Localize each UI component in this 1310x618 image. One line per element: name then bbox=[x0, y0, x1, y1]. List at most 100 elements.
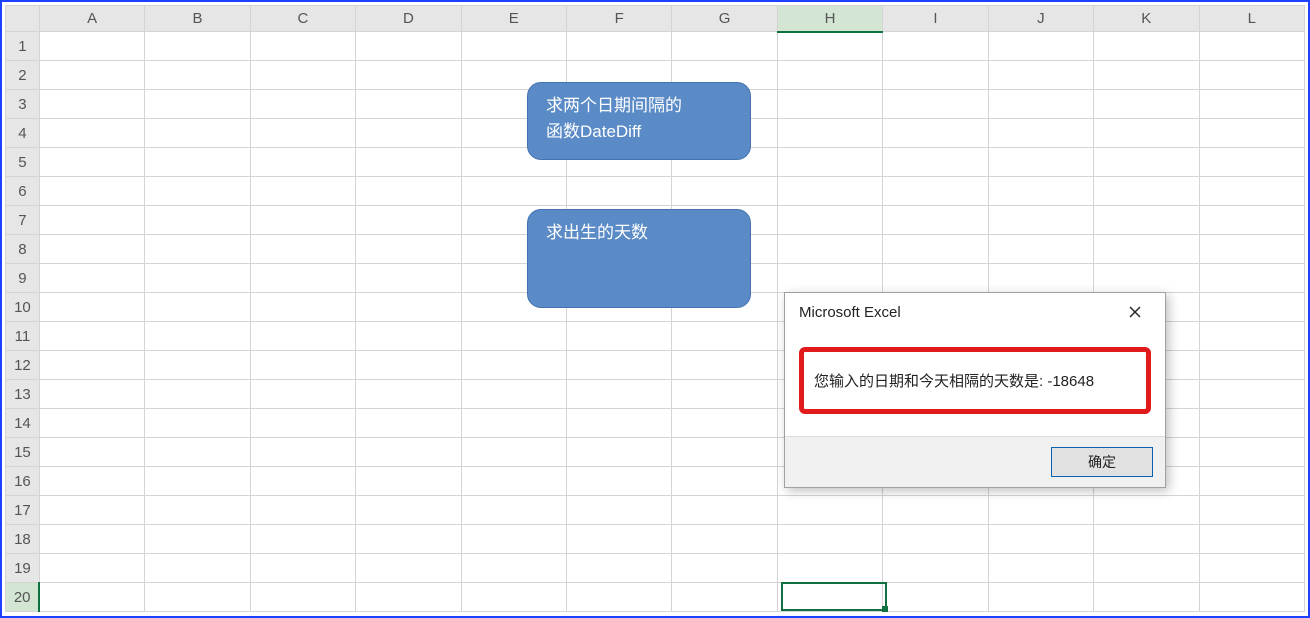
cell-G1[interactable] bbox=[672, 32, 777, 61]
cell-L15[interactable] bbox=[1199, 438, 1305, 467]
cell-E16[interactable] bbox=[461, 467, 566, 496]
cell-D7[interactable] bbox=[356, 206, 461, 235]
cell-D11[interactable] bbox=[356, 322, 461, 351]
cell-L5[interactable] bbox=[1199, 148, 1305, 177]
cell-B10[interactable] bbox=[145, 293, 250, 322]
cell-D14[interactable] bbox=[356, 409, 461, 438]
cell-A8[interactable] bbox=[39, 235, 144, 264]
cell-I3[interactable] bbox=[883, 90, 988, 119]
cell-C4[interactable] bbox=[250, 119, 355, 148]
cell-L6[interactable] bbox=[1199, 177, 1305, 206]
cell-J17[interactable] bbox=[988, 496, 1093, 525]
cell-B12[interactable] bbox=[145, 351, 250, 380]
cell-G16[interactable] bbox=[672, 467, 777, 496]
cell-C9[interactable] bbox=[250, 264, 355, 293]
cell-C12[interactable] bbox=[250, 351, 355, 380]
cell-B17[interactable] bbox=[145, 496, 250, 525]
cell-D12[interactable] bbox=[356, 351, 461, 380]
cell-G20[interactable] bbox=[672, 583, 777, 612]
cell-G19[interactable] bbox=[672, 554, 777, 583]
cell-D18[interactable] bbox=[356, 525, 461, 554]
cell-B3[interactable] bbox=[145, 90, 250, 119]
row-header-11[interactable]: 11 bbox=[6, 322, 40, 351]
cell-F20[interactable] bbox=[567, 583, 672, 612]
cell-C7[interactable] bbox=[250, 206, 355, 235]
cell-I4[interactable] bbox=[883, 119, 988, 148]
cell-C18[interactable] bbox=[250, 525, 355, 554]
cell-K18[interactable] bbox=[1094, 525, 1199, 554]
row-header-14[interactable]: 14 bbox=[6, 409, 40, 438]
cell-D2[interactable] bbox=[356, 61, 461, 90]
cell-J20[interactable] bbox=[988, 583, 1093, 612]
cell-H5[interactable] bbox=[777, 148, 882, 177]
cell-A15[interactable] bbox=[39, 438, 144, 467]
cell-H2[interactable] bbox=[777, 61, 882, 90]
cell-C5[interactable] bbox=[250, 148, 355, 177]
cell-D13[interactable] bbox=[356, 380, 461, 409]
cell-H4[interactable] bbox=[777, 119, 882, 148]
cell-A14[interactable] bbox=[39, 409, 144, 438]
cell-K6[interactable] bbox=[1094, 177, 1199, 206]
cell-C8[interactable] bbox=[250, 235, 355, 264]
cell-L2[interactable] bbox=[1199, 61, 1305, 90]
cell-I2[interactable] bbox=[883, 61, 988, 90]
cell-K4[interactable] bbox=[1094, 119, 1199, 148]
cell-J19[interactable] bbox=[988, 554, 1093, 583]
cell-A5[interactable] bbox=[39, 148, 144, 177]
cell-K8[interactable] bbox=[1094, 235, 1199, 264]
cell-H7[interactable] bbox=[777, 206, 882, 235]
cell-J6[interactable] bbox=[988, 177, 1093, 206]
cell-C3[interactable] bbox=[250, 90, 355, 119]
cell-G13[interactable] bbox=[672, 380, 777, 409]
cell-D19[interactable] bbox=[356, 554, 461, 583]
cell-F18[interactable] bbox=[567, 525, 672, 554]
cell-F1[interactable] bbox=[567, 32, 672, 61]
cell-J3[interactable] bbox=[988, 90, 1093, 119]
cell-D10[interactable] bbox=[356, 293, 461, 322]
cell-D20[interactable] bbox=[356, 583, 461, 612]
column-header-K[interactable]: K bbox=[1094, 6, 1199, 32]
cell-E12[interactable] bbox=[461, 351, 566, 380]
cell-I1[interactable] bbox=[883, 32, 988, 61]
cell-F17[interactable] bbox=[567, 496, 672, 525]
select-all-corner[interactable] bbox=[6, 6, 40, 32]
cell-B4[interactable] bbox=[145, 119, 250, 148]
cell-K7[interactable] bbox=[1094, 206, 1199, 235]
callout-birthdays[interactable]: 求出生的天数 bbox=[527, 209, 751, 308]
cell-C19[interactable] bbox=[250, 554, 355, 583]
cell-I5[interactable] bbox=[883, 148, 988, 177]
cell-L14[interactable] bbox=[1199, 409, 1305, 438]
cell-D17[interactable] bbox=[356, 496, 461, 525]
cell-C13[interactable] bbox=[250, 380, 355, 409]
cell-C16[interactable] bbox=[250, 467, 355, 496]
cell-A4[interactable] bbox=[39, 119, 144, 148]
cell-E1[interactable] bbox=[461, 32, 566, 61]
cell-H3[interactable] bbox=[777, 90, 882, 119]
cell-B2[interactable] bbox=[145, 61, 250, 90]
column-header-D[interactable]: D bbox=[356, 6, 461, 32]
column-header-I[interactable]: I bbox=[883, 6, 988, 32]
cell-L12[interactable] bbox=[1199, 351, 1305, 380]
cell-A1[interactable] bbox=[39, 32, 144, 61]
row-header-1[interactable]: 1 bbox=[6, 32, 40, 61]
cell-E13[interactable] bbox=[461, 380, 566, 409]
cell-F13[interactable] bbox=[567, 380, 672, 409]
row-header-5[interactable]: 5 bbox=[6, 148, 40, 177]
row-header-20[interactable]: 20 bbox=[6, 583, 40, 612]
cell-A10[interactable] bbox=[39, 293, 144, 322]
column-header-G[interactable]: G bbox=[672, 6, 777, 32]
column-header-L[interactable]: L bbox=[1199, 6, 1305, 32]
column-header-F[interactable]: F bbox=[567, 6, 672, 32]
cell-C1[interactable] bbox=[250, 32, 355, 61]
cell-C14[interactable] bbox=[250, 409, 355, 438]
row-header-7[interactable]: 7 bbox=[6, 206, 40, 235]
cell-L4[interactable] bbox=[1199, 119, 1305, 148]
cell-K19[interactable] bbox=[1094, 554, 1199, 583]
cell-C20[interactable] bbox=[250, 583, 355, 612]
row-header-19[interactable]: 19 bbox=[6, 554, 40, 583]
cell-C10[interactable] bbox=[250, 293, 355, 322]
cell-I7[interactable] bbox=[883, 206, 988, 235]
row-header-4[interactable]: 4 bbox=[6, 119, 40, 148]
cell-H17[interactable] bbox=[777, 496, 882, 525]
cell-B18[interactable] bbox=[145, 525, 250, 554]
